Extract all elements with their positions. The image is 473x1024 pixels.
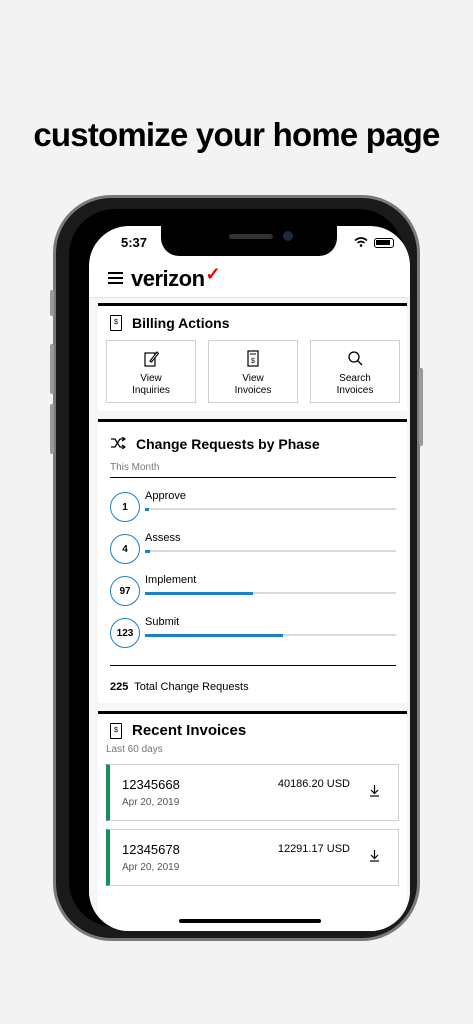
action-label-line2: Invoices — [234, 385, 272, 396]
svg-text:$: $ — [251, 358, 255, 365]
action-label-line1: View — [140, 373, 162, 384]
recent-invoices-period: Last 60 days — [106, 744, 163, 755]
invoice-row[interactable]: 12345668 Apr 20, 2019 40186.20 USD — [106, 764, 399, 821]
app-header: verizon✓ — [89, 260, 410, 298]
phase-label: Approve — [145, 490, 186, 502]
action-label-line1: View — [242, 373, 264, 384]
phase-progress-track — [145, 549, 396, 553]
billing-actions-title: Billing Actions — [132, 315, 230, 331]
phase-progress-fill — [145, 633, 284, 637]
recent-invoices-title: Recent Invoices — [132, 722, 247, 739]
divider — [110, 665, 396, 666]
phase-row-implement[interactable]: 97 Implement — [110, 574, 396, 608]
invoice-icon: $ — [110, 722, 122, 739]
phase-progress-fill — [145, 549, 151, 553]
view-inquiries-button[interactable]: View Inquiries — [106, 340, 196, 403]
total-count: 225 — [110, 681, 129, 693]
phase-label: Assess — [145, 532, 181, 544]
status-icons — [354, 236, 394, 250]
invoice-amount: 12291.17 USD — [277, 843, 350, 855]
action-label-line2: Invoices — [336, 385, 374, 396]
phase-progress-fill — [145, 507, 149, 511]
action-label-line2: Inquiries — [132, 385, 170, 396]
shuffle-icon — [110, 436, 127, 452]
phase-count: 123 — [110, 618, 140, 648]
verizon-logo: verizon✓ — [131, 264, 221, 291]
phone-screen: 5:37 verizon✓ $ Billing Actions View Inq… — [89, 226, 410, 931]
search-icon — [311, 350, 399, 368]
change-requests-card: Change Requests by Phase This Month 1 Ap… — [98, 419, 407, 703]
phase-label: Implement — [145, 574, 197, 586]
power-button — [419, 368, 423, 446]
phase-label: Submit — [145, 616, 180, 628]
invoice-date: Apr 20, 2019 — [122, 862, 180, 873]
mute-switch — [50, 290, 54, 316]
phase-count: 4 — [110, 534, 140, 564]
phone-bezel: 5:37 verizon✓ $ Billing Actions View Inq… — [69, 209, 410, 931]
home-content: $ Billing Actions View Inquiries $ View … — [89, 298, 410, 931]
invoice-icon: $ — [209, 350, 297, 368]
camera — [283, 231, 293, 241]
speaker — [229, 234, 273, 239]
invoice-number: 12345668 — [122, 777, 180, 792]
edit-doc-icon — [107, 350, 195, 368]
home-indicator[interactable] — [179, 919, 321, 923]
change-requests-period: This Month — [110, 462, 160, 473]
phase-count: 1 — [110, 492, 140, 522]
phase-row-assess[interactable]: 4 Assess — [110, 532, 396, 566]
divider — [110, 477, 396, 478]
notch — [161, 226, 337, 256]
total-label: Total Change Requests — [134, 681, 249, 693]
volume-up-button — [50, 344, 54, 394]
headline: customize your home page — [33, 116, 440, 153]
invoice-amount: 40186.20 USD — [277, 778, 350, 790]
change-requests-title: Change Requests by Phase — [136, 436, 320, 452]
phase-progress-track — [145, 507, 396, 511]
billing-actions-card: $ Billing Actions View Inquiries $ View … — [98, 303, 407, 411]
phase-row-submit[interactable]: 123 Submit — [110, 616, 396, 650]
menu-icon[interactable] — [108, 272, 123, 284]
battery-icon — [374, 238, 394, 248]
status-time: 5:37 — [121, 235, 148, 250]
action-label-line1: Search — [339, 373, 371, 384]
total-change-requests: 225 Total Change Requests — [110, 681, 249, 693]
phone-frame: 5:37 verizon✓ $ Billing Actions View Inq… — [50, 195, 423, 941]
phase-progress-fill — [145, 591, 253, 595]
download-icon[interactable] — [369, 785, 380, 800]
view-invoices-button[interactable]: $ View Invoices — [208, 340, 298, 403]
invoice-date: Apr 20, 2019 — [122, 797, 180, 808]
download-icon[interactable] — [369, 850, 380, 865]
invoice-row[interactable]: 12345678 Apr 20, 2019 12291.17 USD — [106, 829, 399, 886]
phase-progress-track — [145, 633, 396, 637]
volume-down-button — [50, 404, 54, 454]
recent-invoices-card: $ Recent Invoices Last 60 days 12345668 … — [98, 711, 407, 931]
phase-count: 97 — [110, 576, 140, 606]
search-invoices-button[interactable]: Search Invoices — [310, 340, 400, 403]
invoice-number: 12345678 — [122, 842, 180, 857]
phase-row-approve[interactable]: 1 Approve — [110, 490, 396, 524]
phase-progress-track — [145, 591, 396, 595]
wifi-icon — [354, 236, 368, 250]
invoice-icon: $ — [110, 315, 122, 331]
